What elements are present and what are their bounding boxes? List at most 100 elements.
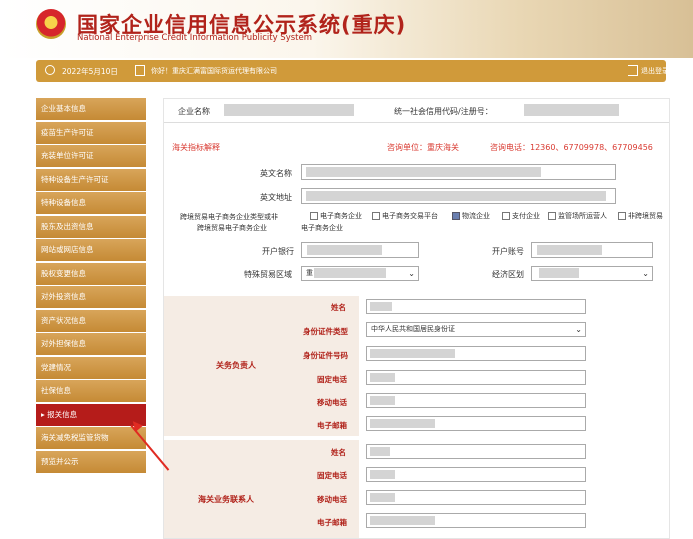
leader-mobile-value (370, 396, 395, 405)
customs-explain-link[interactable]: 海关指标解释 (172, 142, 220, 153)
en-addr-value (306, 191, 606, 201)
ecommerce-label-1: 跨境贸易电子商务企业类型或非 (180, 213, 278, 221)
credit-code-value (524, 104, 619, 116)
sidebar-item-assets[interactable]: 资产状况信息 (36, 309, 146, 332)
leader-name-input[interactable] (366, 299, 586, 314)
account-value (537, 245, 602, 255)
section-gap (346, 296, 359, 436)
contact-mobile-label: 移动电话 (317, 495, 347, 504)
checkbox-ecommerce-enterprise[interactable]: 电子商务企业 (310, 211, 362, 221)
contact-mobile-input[interactable] (366, 490, 586, 505)
company-row: 企业名称 统一社会信用代码/注册号： (164, 99, 669, 123)
checkbox-box[interactable] (502, 212, 510, 220)
econ-label: 经济区划 (492, 270, 524, 279)
checkbox-box[interactable] (372, 212, 380, 220)
sidebar-item-party-building[interactable]: 党建情况 (36, 356, 146, 379)
checkbox-label: 电子商务企业 (320, 212, 362, 220)
sidebar-item-special-equipment-info[interactable]: 特种设备信息 (36, 192, 146, 214)
checkbox-label: 非跨境贸易 (628, 212, 663, 220)
en-name-value (306, 167, 541, 177)
customs-contact-title: 海关业务联系人 (198, 495, 254, 504)
checkbox-logistics[interactable]: 物流企业 (452, 211, 490, 221)
sidebar-item-preview-publish[interactable]: 预览并公示 (36, 450, 146, 473)
zone-select-value: 重 (306, 269, 313, 277)
checkbox-label: 物流企业 (462, 212, 490, 220)
leader-name-value (370, 302, 392, 311)
sidebar-item-shareholders[interactable]: 股东及出资信息 (36, 215, 146, 238)
company-name-label: 企业名称 (178, 107, 210, 116)
header: 国家企业信用信息公示系统(重庆) National Enterprise Cre… (0, 0, 693, 58)
contact-name-value (370, 447, 390, 456)
ecommerce-suffix: 电子商务企业 (301, 224, 343, 232)
company-name-value (224, 104, 354, 116)
contact-name-input[interactable] (366, 444, 586, 459)
zone-select-blur (314, 268, 386, 278)
sidebar-item-vaccine-license[interactable]: 疫苗生产许可证 (36, 121, 146, 144)
sidebar-item-social-security[interactable]: 社保信息 (36, 380, 146, 402)
zone-label: 特殊贸易区域 (244, 270, 292, 279)
contact-phone-value (370, 470, 395, 479)
clock-icon (45, 65, 55, 75)
leader-idno-label: 身份证件号码 (303, 351, 348, 360)
leader-email-label: 电子邮箱 (317, 421, 347, 430)
leader-phone-label: 固定电话 (317, 375, 347, 384)
leader-idtype-value: 中华人民共和国居民身份证 (371, 325, 455, 333)
contact-email-value (370, 516, 435, 525)
checkbox-label: 支付企业 (512, 212, 540, 220)
checkbox-label: 电子商务交易平台 (382, 212, 438, 220)
national-emblem-icon (36, 9, 66, 39)
leader-name-label: 姓名 (331, 303, 346, 312)
consult-unit-text: 咨询单位：重庆海关 (387, 143, 459, 152)
contact-mobile-value (370, 493, 395, 502)
leader-mobile-label: 移动电话 (317, 398, 347, 407)
account-label: 开户账号 (492, 247, 524, 256)
sidebar-item-guarantee[interactable]: 对外担保信息 (36, 333, 146, 355)
logout-icon[interactable] (628, 65, 638, 76)
checkbox-box[interactable] (618, 212, 626, 220)
contact-name-label: 姓名 (331, 448, 346, 457)
customs-leader-section: 关务负责人 姓名 身份证件类型 身份证件号码 固定电话 移动电话 电子邮箱 中华… (164, 296, 669, 436)
checkbox-non-crossborder[interactable]: 非跨境贸易 (618, 211, 663, 221)
checkbox-box[interactable] (310, 212, 318, 220)
bank-value (307, 245, 382, 255)
checkbox-payment[interactable]: 支付企业 (502, 211, 540, 221)
leader-idtype-label: 身份证件类型 (303, 327, 348, 336)
ecommerce-label-2: 跨境贸易电子商务企业 (197, 224, 267, 232)
sidebar-item-investment[interactable]: 对外投资信息 (36, 286, 146, 308)
sidebar: 企业基本信息 疫苗生产许可证 充装单位许可证 特种设备生产许可证 特种设备信息 … (36, 98, 146, 474)
consult-phone-text: 咨询电话：12360、67709978、67709456 (490, 143, 653, 152)
checkbox-box[interactable] (548, 212, 556, 220)
sidebar-item-equity-change[interactable]: 股权变更信息 (36, 262, 146, 285)
leader-phone-value (370, 373, 395, 382)
sidebar-item-website[interactable]: 网站或网店信息 (36, 239, 146, 261)
contact-phone-input[interactable] (366, 467, 586, 482)
main-form: 企业名称 统一社会信用代码/注册号： 海关指标解释 咨询单位：重庆海关 咨询电话… (163, 98, 670, 539)
credit-code-label: 统一社会信用代码/注册号： (394, 107, 493, 116)
en-addr-label: 英文地址 (260, 193, 292, 202)
contact-email-label: 电子邮箱 (317, 518, 347, 527)
contact-phone-label: 固定电话 (317, 471, 347, 480)
checkbox-label: 监管场所运营人 (558, 212, 607, 220)
top-bar: 2022年5月10日 你好！重庆汇满富国际货运代理有限公司 退出登录 (36, 60, 669, 82)
checkbox-supervision-operator[interactable]: 监管场所运营人 (548, 211, 607, 221)
econ-select-blur (539, 268, 579, 278)
checkbox-ecommerce-platform[interactable]: 电子商务交易平台 (372, 211, 438, 221)
leader-email-value (370, 419, 435, 428)
chevron-down-icon: ⌄ (575, 325, 582, 334)
section-gap (346, 440, 359, 538)
greeting-text: 你好！重庆汇满富国际货运代理有限公司 (151, 67, 277, 75)
leader-mobile-input[interactable] (366, 393, 586, 408)
leader-phone-input[interactable] (366, 370, 586, 385)
leader-idtype-select[interactable]: 中华人民共和国居民身份证 ⌄ (366, 322, 586, 337)
en-name-label: 英文名称 (260, 169, 292, 178)
logout-link[interactable]: 退出登录 (641, 66, 669, 76)
sidebar-item-basic-info[interactable]: 企业基本信息 (36, 98, 146, 120)
date-text: 2022年5月10日 (62, 67, 118, 76)
sidebar-item-customs-tax-goods[interactable]: 海关减免税监管货物 (36, 427, 146, 449)
sidebar-item-special-equipment-license[interactable]: 特种设备生产许可证 (36, 168, 146, 191)
sidebar-item-filling-license[interactable]: 充装单位许可证 (36, 145, 146, 167)
checkbox-box-checked[interactable] (452, 212, 460, 220)
chevron-down-icon: ⌄ (642, 269, 649, 278)
user-icon (135, 65, 145, 76)
chevron-down-icon: ⌄ (408, 269, 415, 278)
